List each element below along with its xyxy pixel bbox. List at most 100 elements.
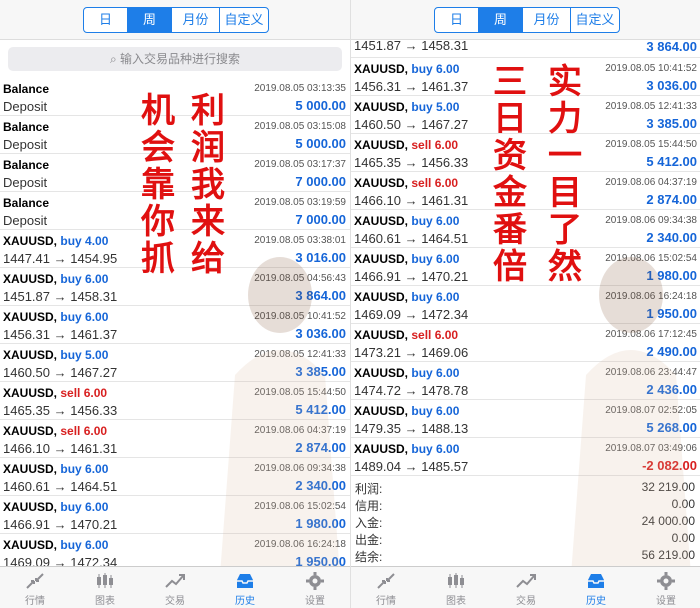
profit-amount: 3 864.00 xyxy=(646,39,697,54)
deal-direction: buy 6.00 xyxy=(411,290,460,304)
summary-row: 信用: 0.00 xyxy=(351,495,700,513)
deal-time: 2019.08.05 12:41:33 xyxy=(254,349,346,360)
profit-amount: 2 340.00 xyxy=(646,230,697,245)
tab-inbox[interactable]: 历史 xyxy=(561,567,631,608)
price-range: 1466.91 → 1470.21 xyxy=(3,517,118,532)
symbol-label: XAUUSD, xyxy=(354,62,409,76)
deal-symbol: XAUUSD, buy 6.00 xyxy=(354,62,459,76)
symbol-label: XAUUSD, xyxy=(354,100,409,114)
tab-candlestick[interactable]: 图表 xyxy=(70,567,140,608)
deal-symbol: XAUUSD, buy 6.00 xyxy=(3,500,108,514)
profit-amount: 5 000.00 xyxy=(295,98,346,113)
deal-direction: buy 6.00 xyxy=(60,500,109,514)
deal-direction: buy 4.00 xyxy=(60,234,109,248)
profit-amount: 5 412.00 xyxy=(646,154,697,169)
deal-symbol: XAUUSD, sell 6.00 xyxy=(354,176,458,190)
deal-time: 2019.08.05 03:13:35 xyxy=(254,83,346,94)
tab-custom[interactable]: 自定义 xyxy=(220,8,268,32)
deal-symbol: XAUUSD, sell 6.00 xyxy=(3,424,107,438)
tab-month[interactable]: 月份 xyxy=(523,8,571,32)
tab-label: 设置 xyxy=(656,596,676,607)
deal-direction: buy 6.00 xyxy=(60,310,109,324)
price-range: Deposit xyxy=(3,175,48,190)
tab-label: 设置 xyxy=(305,596,325,607)
tab-week[interactable]: 周 xyxy=(128,8,172,32)
deal-symbol: XAUUSD, buy 6.00 xyxy=(354,252,459,266)
trend-icon xyxy=(140,571,210,591)
list-item[interactable]: XAUUSD, buy 6.00 2019.08.07 03:49:06 1489.… xyxy=(351,438,700,476)
tab-day[interactable]: 日 xyxy=(435,8,479,32)
promo-text-col2: 实力一目了然 xyxy=(548,62,582,287)
profit-amount: 2 340.00 xyxy=(295,478,346,493)
tab-label: 历史 xyxy=(586,596,606,607)
price-range: 1479.35 → 1488.13 xyxy=(354,421,469,436)
price-range: 1489.04 → 1485.57 xyxy=(354,459,469,474)
tab-trend[interactable]: 交易 xyxy=(491,567,561,608)
list-item[interactable]: XAUUSD, buy 6.00 2019.08.07 02:52:05 1479.… xyxy=(351,400,700,438)
tab-month[interactable]: 月份 xyxy=(172,8,220,32)
summary-row: 出金: 0.00 xyxy=(351,529,700,547)
list-item[interactable]: XAUUSD, buy 6.00 2019.08.06 16:24:18 1469.… xyxy=(351,286,700,324)
tab-arrows[interactable]: 行情 xyxy=(0,567,70,608)
deal-direction: buy 6.00 xyxy=(60,272,109,286)
history-screen-right: 日 周 月份 自定义 1451.87 → 1458.31 3 864.00 XA… xyxy=(350,0,700,608)
deal-time: 2019.08.05 10:41:52 xyxy=(605,63,697,74)
list-item[interactable]: XAUUSD, buy 6.00 2019.08.06 23:44:47 1474.… xyxy=(351,362,700,400)
promo-text-col1: 机会靠你抓 xyxy=(141,91,175,279)
price-range: Deposit xyxy=(3,213,48,228)
list-item[interactable]: XAUUSD, buy 6.00 2019.08.06 09:34:38 1460.… xyxy=(0,458,350,496)
profit-amount: 1 980.00 xyxy=(646,268,697,283)
list-item[interactable]: 1451.87 → 1458.31 3 864.00 xyxy=(351,38,700,58)
profit-amount: 3 385.00 xyxy=(295,364,346,379)
tab-gear[interactable]: 设置 xyxy=(280,567,350,608)
price-range: 1456.31 → 1461.37 xyxy=(3,327,118,342)
tab-arrows[interactable]: 行情 xyxy=(351,567,421,608)
list-item[interactable]: XAUUSD, buy 6.00 2019.08.06 15:02:54 1466.… xyxy=(0,496,350,534)
deal-symbol: XAUUSD, buy 6.00 xyxy=(354,214,459,228)
tab-label: 图表 xyxy=(95,596,115,607)
deal-direction: buy 6.00 xyxy=(411,366,460,380)
list-item[interactable]: XAUUSD, buy 6.00 2019.08.05 10:41:52 1456.… xyxy=(0,306,350,344)
price-range: 1466.10 → 1461.31 xyxy=(354,193,469,208)
price-range: 1474.72 → 1478.78 xyxy=(354,383,469,398)
tab-gear[interactable]: 设置 xyxy=(631,567,700,608)
price-range: 1465.35 → 1456.33 xyxy=(3,403,118,418)
symbol-label: XAUUSD, xyxy=(3,424,58,438)
summary-value: 0.00 xyxy=(671,497,695,511)
profit-amount: 3 036.00 xyxy=(646,78,697,93)
tab-week[interactable]: 周 xyxy=(479,8,523,32)
deal-time: 2019.08.05 03:38:01 xyxy=(254,235,346,246)
deal-symbol: XAUUSD, buy 6.00 xyxy=(354,404,459,418)
price-range: 1473.21 → 1469.06 xyxy=(354,345,469,360)
list-item[interactable]: XAUUSD, sell 6.00 2019.08.05 15:44:50 1465… xyxy=(0,382,350,420)
price-range: 1460.50 → 1467.27 xyxy=(3,365,118,380)
account-summary: 利润: 32 219.00 信用: 0.00 入金: 24 000.00 出金: 0.00 结余… xyxy=(351,478,700,564)
deal-symbol: Balance xyxy=(3,120,49,134)
tab-trend[interactable]: 交易 xyxy=(140,567,210,608)
tab-day[interactable]: 日 xyxy=(84,8,128,32)
list-item[interactable]: XAUUSD, buy 5.00 2019.08.05 12:41:33 1460.… xyxy=(0,344,350,382)
search-input[interactable]: ⌕ 输入交易品种进行搜索 xyxy=(8,47,342,71)
deal-direction: buy 6.00 xyxy=(411,442,460,456)
deal-direction: buy 6.00 xyxy=(411,214,460,228)
list-item[interactable]: XAUUSD, sell 6.00 2019.08.06 17:12:45 1473… xyxy=(351,324,700,362)
price-range: 1466.10 → 1461.31 xyxy=(3,441,118,456)
summary-row: 利润: 32 219.00 xyxy=(351,478,700,496)
deal-time: 2019.08.05 10:41:52 xyxy=(254,311,346,322)
summary-label: 结余: xyxy=(355,550,383,564)
deal-symbol: XAUUSD, buy 6.00 xyxy=(354,442,459,456)
tab-inbox[interactable]: 历史 xyxy=(210,567,280,608)
tab-candlestick[interactable]: 图表 xyxy=(421,567,491,608)
deal-direction: sell 6.00 xyxy=(60,424,108,438)
symbol-label: XAUUSD, xyxy=(3,538,58,552)
profit-amount: 3 036.00 xyxy=(295,326,346,341)
deal-time: 2019.08.06 09:34:38 xyxy=(605,215,697,226)
symbol-label: XAUUSD, xyxy=(3,462,58,476)
deal-symbol: Balance xyxy=(3,158,49,172)
price-range: Deposit xyxy=(3,137,48,152)
list-item[interactable]: XAUUSD, sell 6.00 2019.08.06 04:37:19 1466… xyxy=(0,420,350,458)
promo-text-col1: 三日资金番倍 xyxy=(493,62,527,287)
tab-label: 交易 xyxy=(516,596,536,607)
deal-symbol: XAUUSD, sell 6.00 xyxy=(354,328,458,342)
tab-custom[interactable]: 自定义 xyxy=(571,8,619,32)
